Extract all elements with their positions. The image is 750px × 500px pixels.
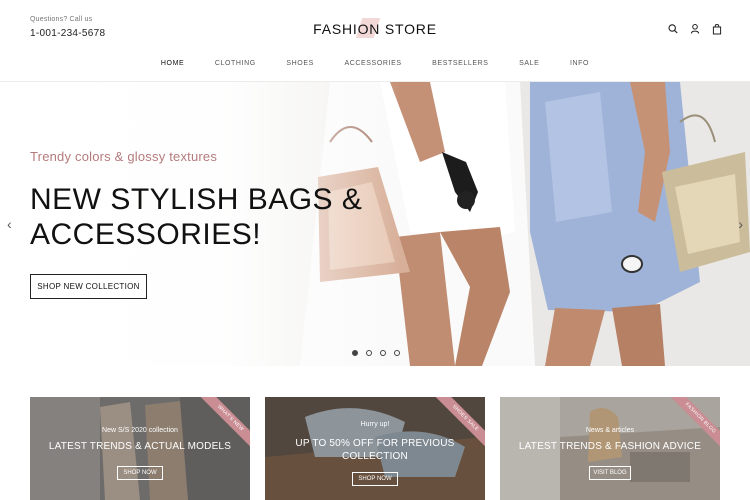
hero-slider: Trendy colors & glossy textures NEW STYL… bbox=[0, 82, 750, 366]
prev-slide-arrow-icon[interactable]: ‹ bbox=[7, 216, 12, 232]
promo-card-shoes-sale[interactable]: SHOES SALE Hurry up! UP TO 50% OFF FOR P… bbox=[265, 397, 485, 500]
card-headline: LATEST TRENDS & ACTUAL MODELS bbox=[48, 441, 232, 452]
slider-dot[interactable] bbox=[394, 350, 400, 356]
nav-item-home[interactable]: HOME bbox=[161, 60, 184, 67]
hero-subtitle: Trendy colors & glossy textures bbox=[30, 149, 218, 164]
nav-item-accessories[interactable]: ACCESSORIES bbox=[344, 60, 401, 67]
nav-item-info[interactable]: INFO bbox=[570, 60, 589, 67]
shop-new-collection-button[interactable]: SHOP NEW COLLECTION bbox=[30, 274, 147, 299]
hero-title: NEW STYLISH BAGS & ACCESSORIES! bbox=[30, 183, 363, 251]
shop-now-button[interactable]: SHOP NOW bbox=[352, 472, 398, 486]
shopping-bag-icon[interactable] bbox=[712, 23, 722, 35]
card-headline: LATEST TRENDS & FASHION ADVICE bbox=[518, 441, 702, 452]
brand-logo[interactable]: FASHION STORE bbox=[0, 18, 750, 38]
nav-item-bestsellers[interactable]: BESTSELLERS bbox=[432, 60, 488, 67]
user-icon[interactable] bbox=[690, 23, 700, 35]
nav-item-clothing[interactable]: CLOTHING bbox=[215, 60, 256, 67]
visit-blog-button[interactable]: VISIT BLOG bbox=[589, 466, 631, 480]
card-kicker: New S/S 2020 collection bbox=[102, 427, 178, 434]
card-headline: UP TO 50% OFF FOR PREVIOUS COLLECTION bbox=[295, 438, 455, 462]
promo-card-new-collection[interactable]: WHAT'S NEW New S/S 2020 collection LATES… bbox=[30, 397, 250, 500]
main-nav: HOME CLOTHING SHOES ACCESSORIES BESTSELL… bbox=[0, 60, 750, 67]
slider-dot[interactable] bbox=[380, 350, 386, 356]
brand-name: FASHION STORE bbox=[313, 21, 437, 37]
card-kicker: Hurry up! bbox=[360, 421, 390, 428]
nav-item-sale[interactable]: SALE bbox=[519, 60, 539, 67]
site-header: Questions? Call us 1-001-234-5678 FASHIO… bbox=[0, 0, 750, 82]
header-icons bbox=[668, 23, 722, 35]
nav-item-shoes[interactable]: SHOES bbox=[286, 60, 314, 67]
slider-dot[interactable] bbox=[352, 350, 358, 356]
shop-now-button[interactable]: SHOP NOW bbox=[117, 466, 163, 480]
next-slide-arrow-icon[interactable]: › bbox=[738, 216, 743, 232]
slider-dots bbox=[352, 350, 400, 356]
search-icon[interactable] bbox=[668, 23, 678, 35]
slider-dot[interactable] bbox=[366, 350, 372, 356]
card-kicker: News & articles bbox=[585, 427, 635, 434]
promo-card-fashion-blog[interactable]: FASHION BLOG News & articles LATEST TREN… bbox=[500, 397, 720, 500]
